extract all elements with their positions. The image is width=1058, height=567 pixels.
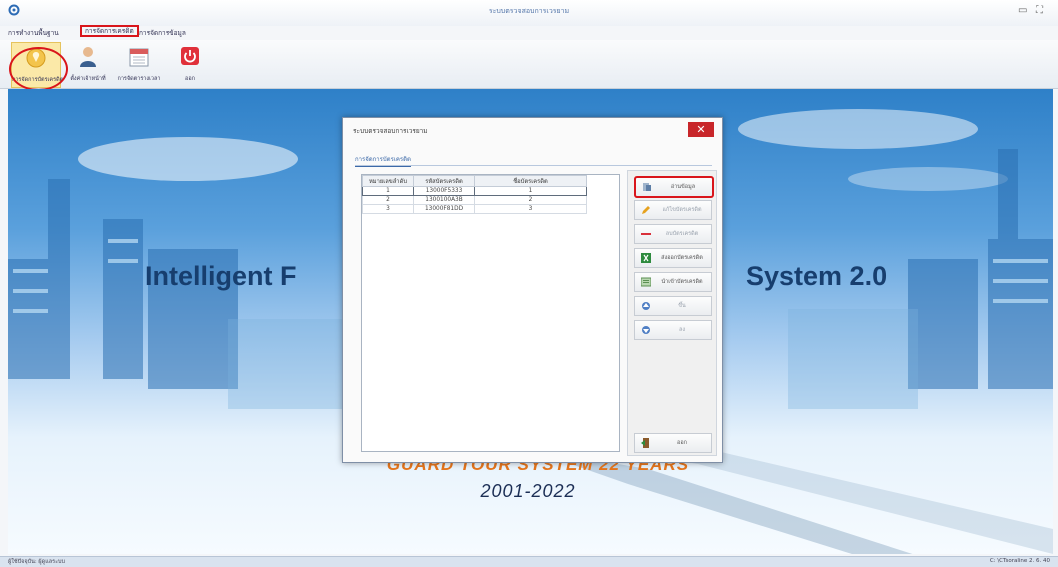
years-label: 2001-2022 [480, 481, 576, 501]
menu-basic-operation[interactable]: การทำงานพื้นฐาน [8, 27, 59, 39]
status-current-user: ผู้ใช้ปัจจุบัน: ผู้ดูแลระบบ [8, 559, 66, 565]
window-title: ระบบตรวจสอบการเวรยาม [488, 7, 570, 15]
up-icon [642, 302, 650, 310]
table-cell: 13000F5333 [413, 186, 475, 196]
ribbon-label: ออก [185, 76, 195, 82]
column-header-card-name[interactable]: ชื่อบัตรเครดิต [474, 175, 587, 187]
edit-card-button[interactable]: แก้ไขบัตรเครดิต [634, 200, 712, 220]
ribbon-staff-settings-button[interactable]: ตั้งค่าเจ้าหน้าที่ [64, 42, 112, 86]
move-up-button[interactable]: ขึ้น [634, 296, 712, 316]
title-bar: ระบบตรวจสอบการเวรยาม ▭ ⛶ [0, 0, 1058, 26]
action-panel: อ่านข้อมูล แก้ไขบัตรเครดิต ลบบัตรเครดิต … [627, 170, 717, 456]
ribbon-exit-button[interactable]: ออก [166, 42, 214, 86]
button-label: ขึ้น [678, 303, 686, 309]
minimize-button[interactable]: ▭ [1018, 5, 1027, 16]
dialog-close-button[interactable]: ✕ [688, 122, 714, 137]
ribbon-toolbar: การจัดการบัตรเครดิต ตั้งค่าเจ้าหน้าที่ ก… [0, 40, 1058, 89]
table-cell: 3 [362, 204, 414, 214]
table-row[interactable]: 1 13000F5333 1 [362, 186, 587, 196]
table-cell: 3 [474, 204, 587, 214]
dialog-title: ระบบตรวจสอบการเวรยาม [353, 127, 428, 135]
minus-icon [641, 233, 651, 235]
power-icon [181, 47, 199, 65]
table-cell: 1 [474, 186, 587, 196]
table-cell: 13000F81DD [413, 204, 475, 214]
headline-right: System 2.0 [746, 261, 888, 291]
import-icon [641, 277, 651, 287]
ribbon-label: ตั้งค่าเจ้าหน้าที่ [70, 76, 106, 82]
dialog-exit-button[interactable]: ออก [634, 433, 712, 453]
excel-export-icon [641, 253, 651, 263]
button-label: ออก [677, 440, 687, 446]
credit-card-table[interactable]: หมายเลขลำดับ รหัสบัตรเครดิต ชื่อบัตรเครด… [361, 174, 620, 452]
button-label: ส่งออกบัตรเครดิต [661, 255, 703, 261]
column-header-sequence[interactable]: หมายเลขลำดับ [362, 175, 414, 187]
tab-divider [355, 165, 712, 166]
read-card-icon [643, 183, 651, 191]
move-down-button[interactable]: ลง [634, 320, 712, 340]
delete-card-button[interactable]: ลบบัตรเครดิต [634, 224, 712, 244]
export-card-button[interactable]: ส่งออกบัตรเครดิต [634, 248, 712, 268]
table-cell: 2 [474, 195, 587, 205]
menu-data-management[interactable]: การจัดการข้อมูล [139, 27, 186, 39]
button-label: ลบบัตรเครดิต [665, 231, 699, 237]
close-window-button[interactable]: ⛶ [1036, 5, 1043, 16]
table-row[interactable]: 2 1300100A3B 2 [362, 195, 587, 205]
highlight-ring [9, 47, 68, 91]
exit-door-icon [641, 438, 649, 448]
ribbon-schedule-button[interactable]: การจัดตารางเวลา [115, 42, 163, 86]
calendar-icon [129, 48, 149, 67]
table-row[interactable]: 3 13000F81DD 3 [362, 204, 587, 214]
table-cell: 1300100A3B [413, 195, 475, 205]
pencil-icon [642, 206, 650, 214]
headline-left: Intelligent F [145, 261, 297, 291]
status-version: C: \CTsoraline 2. 6. 40 [989, 558, 1050, 564]
down-icon [642, 326, 650, 334]
person-icon [80, 47, 96, 67]
menu-credit-management[interactable]: การจัดการเครดิต [80, 25, 139, 37]
button-label: ลง [678, 327, 686, 333]
button-label: อ่านข้อมูล [670, 184, 696, 190]
button-label: นำเข้าบัตรเครดิต [661, 279, 703, 285]
credit-card-dialog: ระบบตรวจสอบการเวรยาม ✕ การจัดการบัตรเครด… [342, 117, 723, 463]
column-header-card-code[interactable]: รหัสบัตรเครดิต [413, 175, 475, 187]
table-header-row: หมายเลขลำดับ รหัสบัตรเครดิต ชื่อบัตรเครด… [362, 175, 587, 187]
import-card-button[interactable]: นำเข้าบัตรเครดิต [634, 272, 712, 292]
table-cell: 2 [362, 195, 414, 205]
table-cell: 1 [362, 186, 414, 196]
read-card-button[interactable]: อ่านข้อมูล [634, 176, 714, 198]
button-label: แก้ไขบัตรเครดิต [662, 207, 702, 213]
status-bar: ผู้ใช้ปัจจุบัน: ผู้ดูแลระบบ C: \CTsorali… [0, 556, 1058, 567]
ribbon-label: การจัดตารางเวลา [117, 76, 161, 82]
